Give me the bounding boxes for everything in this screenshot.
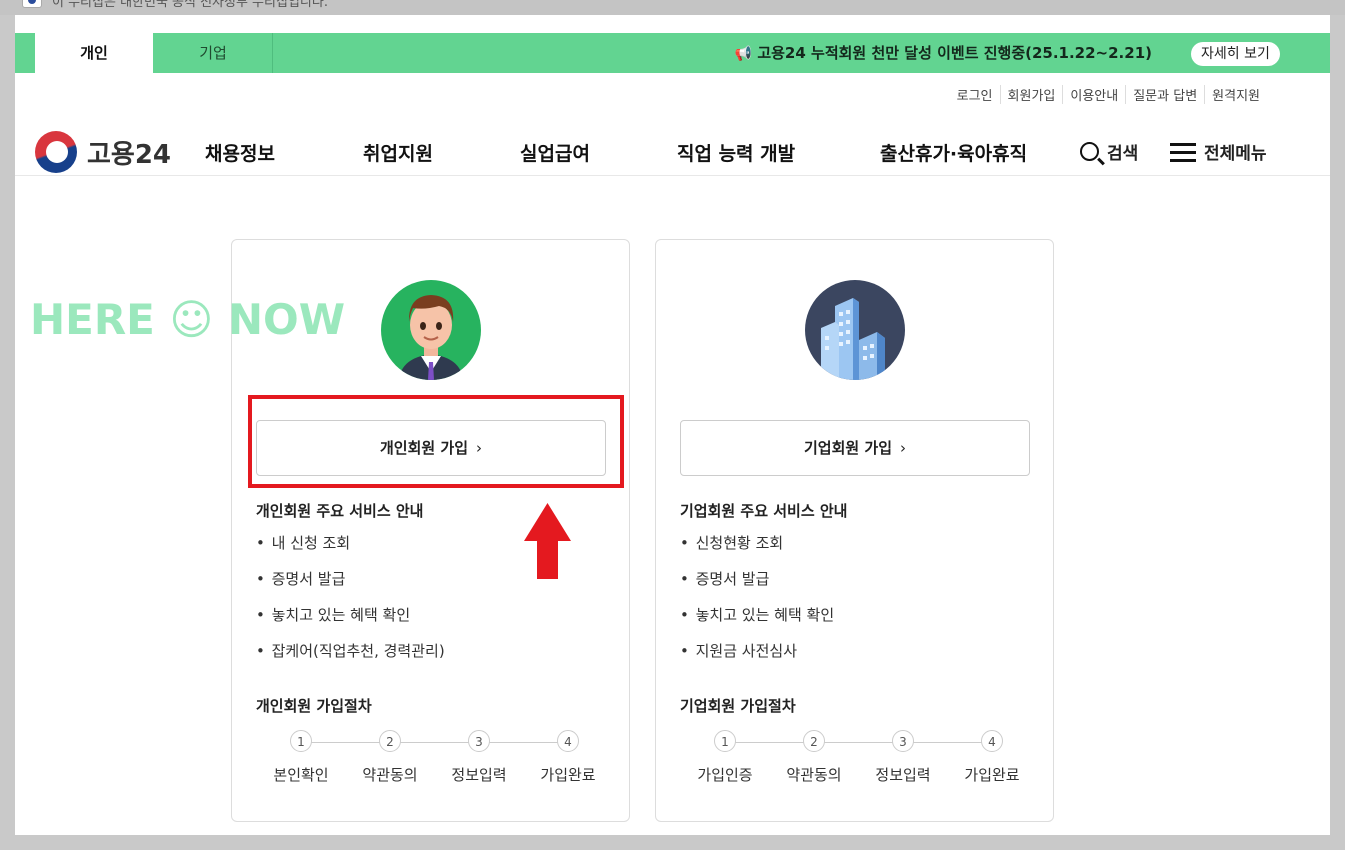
list-item: 신청현황 조회 [680,532,834,568]
header-divider [15,175,1330,176]
business-steps-title: 기업회원 가입절차 [680,697,796,715]
list-item: 내 신청 조회 [256,532,445,568]
step-3: 3 정보입력 [434,730,524,785]
step-3: 3 정보입력 [858,730,948,785]
gov-notice-text: 이 누리집은 대한민국 공식 전자정부 누리집입니다. [52,0,328,10]
event-notice[interactable]: 📢 고용24 누적회원 천만 달성 이벤트 진행중(25.1.22~2.21) [735,33,1152,73]
list-item: 지원금 사전심사 [680,640,834,676]
person-avatar-icon [381,280,481,380]
event-text: 고용24 누적회원 천만 달성 이벤트 진행중(25.1.22~2.21) [757,44,1152,62]
business-join-steps: 1 가입인증 2 약관동의 3 정보입력 4 가입완료 [680,730,1030,790]
signup-link[interactable]: 회원가입 [999,85,1063,104]
korea-flag-icon [22,0,42,8]
personal-steps-title: 개인회원 가입절차 [256,697,372,715]
up-arrow-icon [524,503,571,579]
step-2: 2 약관동의 [769,730,859,785]
remote-support-link[interactable]: 원격지원 [1204,85,1267,104]
personal-services-list: 내 신청 조회 증명서 발급 놓치고 있는 혜택 확인 잡케어(직업추천, 경력… [256,532,445,676]
step-4: 4 가입완료 [523,730,613,785]
list-item: 증명서 발급 [256,568,445,604]
list-item: 놓치고 있는 혜택 확인 [256,604,445,640]
all-menu-button[interactable]: 전체메뉴 [1170,139,1267,164]
list-item: 놓치고 있는 혜택 확인 [680,604,835,640]
step-1: 1 가입인증 [680,730,770,785]
hamburger-icon [1170,143,1196,162]
step-1: 1 본인확인 [256,730,346,785]
chevron-right-icon: › [900,439,907,457]
event-detail-button[interactable]: 자세히 보기 [1191,42,1280,66]
taegeuk-logo-icon [35,131,77,173]
personal-join-steps: 1 본인확인 2 약관동의 3 정보입력 4 가입완료 [256,730,606,790]
business-member-card: 기업회원 가입 › 기업회원 주요 서비스 안내 신청현황 조회 증명서 발급 놓… [655,239,1054,822]
watermark-text: HERE ☺ NOW [30,295,346,344]
tab-business[interactable]: 기업 [154,33,273,73]
highlight-box [248,395,624,488]
logo-text: 고용24 [87,140,172,170]
step-2: 2 약관동의 [345,730,435,785]
utility-links: 로그인 회원가입 이용안내 질문과 답변 원격지원 [950,85,1267,104]
gnb-parental-leave[interactable]: 출산휴가·육아휴직 [880,139,1027,166]
business-services-list: 신청현황 조회 증명서 발급 놓치고 있는 혜택 확인 지원금 사전심사 [680,532,835,676]
guide-link[interactable]: 이용안내 [1062,85,1125,104]
search-label: 검색 [1107,144,1139,164]
qna-link[interactable]: 질문과 답변 [1125,85,1204,104]
building-avatar-icon [805,280,905,380]
gnb-unemployment-benefit[interactable]: 실업급여 [520,139,590,166]
megaphone-icon: 📢 [734,46,753,62]
search-button[interactable]: 검색 [1080,139,1138,164]
gnb-jobs[interactable]: 채용정보 [205,139,275,166]
business-join-button[interactable]: 기업회원 가입 › [680,420,1030,476]
all-menu-label: 전체메뉴 [1204,144,1267,164]
step-4: 4 가입완료 [947,730,1037,785]
gnb-vocational-training[interactable]: 직업 능력 개발 [677,139,795,166]
list-item: 증명서 발급 [680,568,834,604]
tab-personal[interactable]: 개인 [35,33,153,73]
business-join-label: 기업회원 가입 [803,439,893,457]
business-services-title: 기업회원 주요 서비스 안내 [680,502,848,520]
gnb-employment-support[interactable]: 취업지원 [363,139,433,166]
personal-services-title: 개인회원 주요 서비스 안내 [256,502,424,520]
list-item: 잡케어(직업추천, 경력관리) [256,640,445,676]
search-icon [1080,142,1099,161]
login-link[interactable]: 로그인 [950,85,1000,104]
gov-notice-bar: 이 누리집은 대한민국 공식 전자정부 누리집입니다. [0,0,1345,15]
